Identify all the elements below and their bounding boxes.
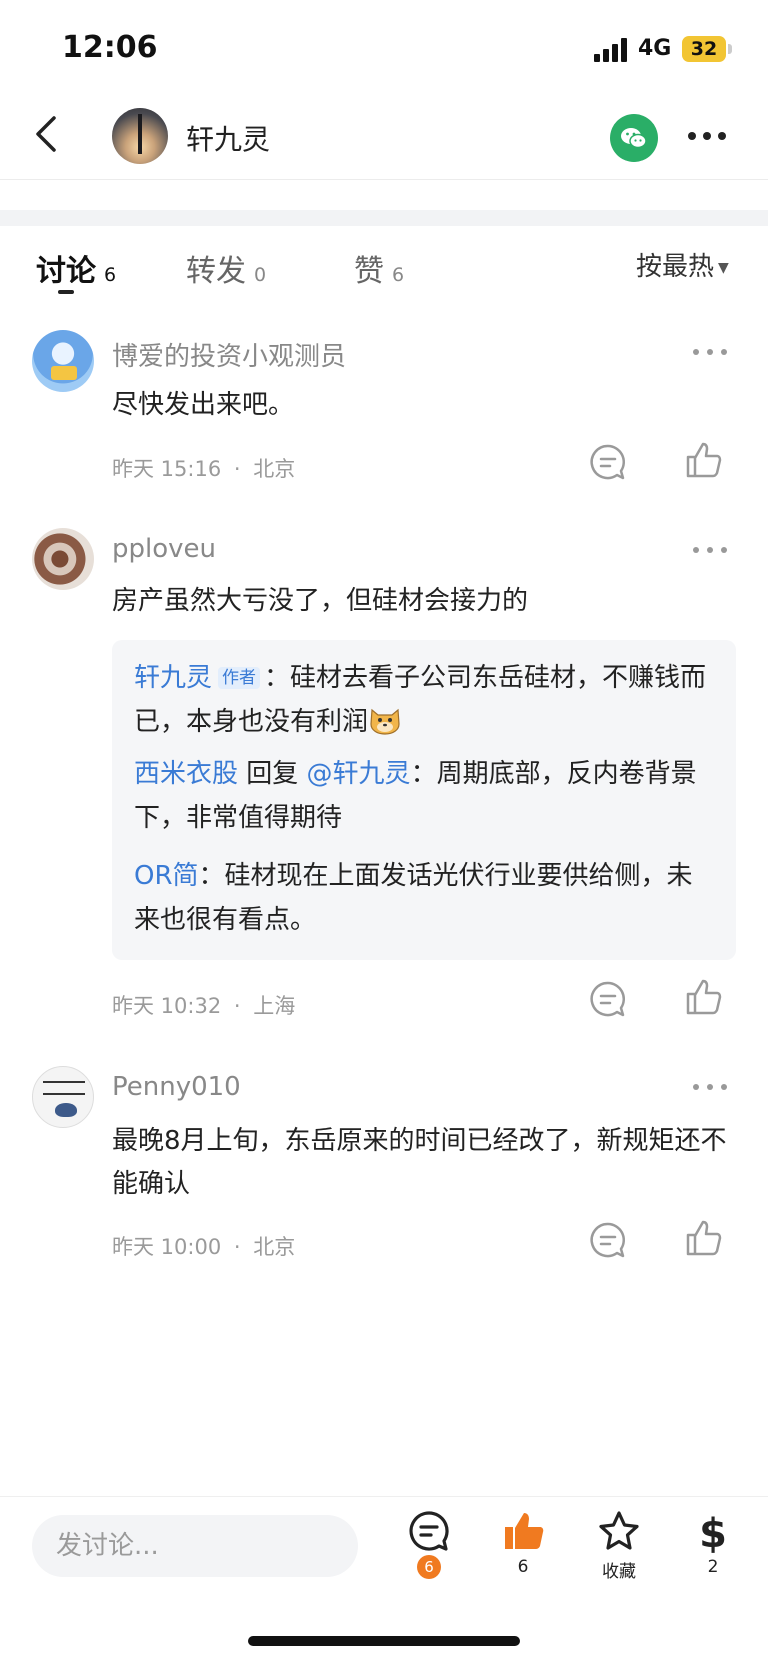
tab-bar: 讨论 6 转发 0 赞6 按最热 ▼ — [0, 226, 768, 302]
battery-tip — [728, 44, 732, 54]
author-avatar[interactable] — [112, 108, 168, 164]
comment-icon — [409, 1511, 449, 1551]
like-button[interactable] — [684, 977, 724, 1017]
avatar[interactable] — [32, 330, 94, 392]
comment-icon — [590, 444, 626, 480]
comment-username[interactable]: 博爱的投资小观测员 — [112, 336, 346, 373]
comment-location: 北京 — [253, 457, 296, 481]
doge-emoji-icon — [370, 708, 400, 735]
reply-button[interactable] — [588, 1220, 628, 1260]
favorite-label: 收藏 — [602, 1562, 636, 1582]
comment-more-button[interactable] — [690, 1077, 730, 1097]
comment-meta: 昨天 10:00 · 北京 — [112, 1231, 295, 1261]
comment-icon — [590, 981, 626, 1017]
comment-location: 上海 — [253, 994, 296, 1018]
tab-label: 转发 — [186, 254, 246, 289]
reward-count: 2 — [707, 1557, 719, 1577]
thumbs-up-icon — [686, 442, 722, 478]
comment-text: 尽快发出来吧。 — [112, 390, 295, 420]
svg-text:$: $ — [699, 1511, 727, 1553]
tab-count: 6 — [104, 264, 117, 286]
chevron-left-icon — [36, 116, 56, 152]
reply-user[interactable]: 西米衣股 — [134, 759, 238, 789]
avatar[interactable] — [32, 528, 94, 590]
section-divider — [0, 210, 768, 226]
meta-separator: · — [233, 994, 241, 1018]
tab-count: 6 — [392, 264, 405, 286]
replies-box: 轩九灵 作者 ：硅材去看子公司东岳硅材，不赚钱而已，本身也没有利润 西米衣股 回复 … — [112, 640, 736, 960]
comment-meta: 昨天 15:16 · 北京 — [112, 453, 295, 483]
reply-item[interactable]: 西米衣股 回复 @轩九灵：周期底部，反内卷背景下，非常值得期待 — [134, 752, 714, 840]
comment-more-button[interactable] — [690, 342, 730, 362]
star-icon — [599, 1511, 639, 1550]
comment-location: 北京 — [253, 1235, 296, 1259]
reply-mention[interactable]: @轩九灵 — [307, 759, 411, 789]
more-dots-icon — [693, 547, 727, 553]
tab-count: 0 — [254, 264, 267, 286]
reply-item[interactable]: OR简：硅材现在上面发话光伏行业要供给侧，未来也很有看点。 — [134, 854, 714, 942]
favorite-button[interactable]: 收藏 — [584, 1509, 654, 1599]
thumbs-up-filled-icon — [505, 1513, 544, 1549]
thumbs-up-icon — [686, 1220, 722, 1256]
tab-active-indicator — [58, 290, 74, 294]
tab-repost[interactable]: 转发 0 — [186, 246, 266, 290]
author-badge: 作者 — [218, 667, 261, 689]
signal-icon — [594, 38, 628, 62]
dollar-icon: $ — [699, 1511, 727, 1553]
status-bar: 12:06 4G 32 — [0, 0, 768, 96]
comment-time: 昨天 10:00 — [112, 1235, 222, 1259]
reply-item[interactable]: 轩九灵 作者 ：硅材去看子公司东岳硅材，不赚钱而已，本身也没有利润 — [134, 656, 714, 744]
reply-user[interactable]: OR简 — [134, 861, 199, 891]
caret-down-icon: ▼ — [718, 259, 729, 276]
comment-text: 房产虽然大亏没了，但硅材会接力的 — [112, 586, 529, 616]
thumbs-up-icon — [686, 979, 722, 1015]
like-count: 6 — [517, 1557, 529, 1577]
avatar[interactable] — [32, 1066, 94, 1128]
tab-likes[interactable]: 赞6 — [354, 246, 404, 290]
home-indicator — [248, 1636, 520, 1646]
reward-button[interactable]: $ 2 — [678, 1509, 748, 1599]
more-options-button[interactable] — [684, 116, 730, 156]
wechat-share-button[interactable] — [610, 114, 658, 162]
reply-button[interactable] — [588, 442, 628, 482]
comment-username[interactable]: Penny010 — [112, 1072, 241, 1102]
reply-user[interactable]: 轩九灵 — [134, 663, 212, 693]
like-button[interactable] — [684, 440, 724, 480]
comment-time: 昨天 10:32 — [112, 994, 222, 1018]
meta-separator: · — [233, 457, 241, 481]
tab-label: 讨论 — [36, 254, 96, 289]
reply-separator: ： — [198, 861, 225, 891]
like-action-button[interactable]: 6 — [488, 1509, 558, 1599]
battery-icon: 32 — [682, 36, 726, 62]
comment-meta: 昨天 10:32 · 上海 — [112, 990, 295, 1020]
network-type: 4G — [638, 36, 672, 61]
page-title[interactable]: 轩九灵 — [186, 118, 270, 158]
more-dots-icon — [688, 132, 726, 140]
like-button[interactable] — [684, 1218, 724, 1258]
reply-action: 回复 — [238, 759, 307, 789]
comments-button[interactable]: 6 — [394, 1509, 464, 1599]
comment-count-badge: 6 — [417, 1555, 441, 1579]
back-button[interactable] — [28, 110, 68, 158]
meta-separator: · — [233, 1235, 241, 1259]
more-dots-icon — [693, 1084, 727, 1090]
more-dots-icon — [693, 349, 727, 355]
tab-discussion[interactable]: 讨论 6 — [36, 246, 116, 290]
status-time: 12:06 — [62, 30, 158, 65]
comment-icon — [590, 1222, 626, 1258]
comment-username[interactable]: pploveu — [112, 534, 216, 564]
sort-label: 按最热 — [636, 252, 715, 282]
tab-label: 赞 — [354, 254, 384, 289]
comment-text: 最晚8月上旬，东岳原来的时间已经改了，新规矩还不能确认 — [112, 1126, 727, 1199]
wechat-icon — [621, 128, 647, 149]
reply-button[interactable] — [588, 979, 628, 1019]
comment-more-button[interactable] — [690, 540, 730, 560]
reply-separator: ： — [264, 663, 291, 693]
sort-dropdown[interactable]: 按最热 ▼ — [636, 246, 729, 283]
comment-time: 昨天 15:16 — [112, 457, 222, 481]
nav-bar: 轩九灵 — [0, 96, 768, 180]
reply-separator: ： — [410, 759, 437, 789]
discussion-input[interactable]: 发讨论... — [32, 1515, 358, 1577]
